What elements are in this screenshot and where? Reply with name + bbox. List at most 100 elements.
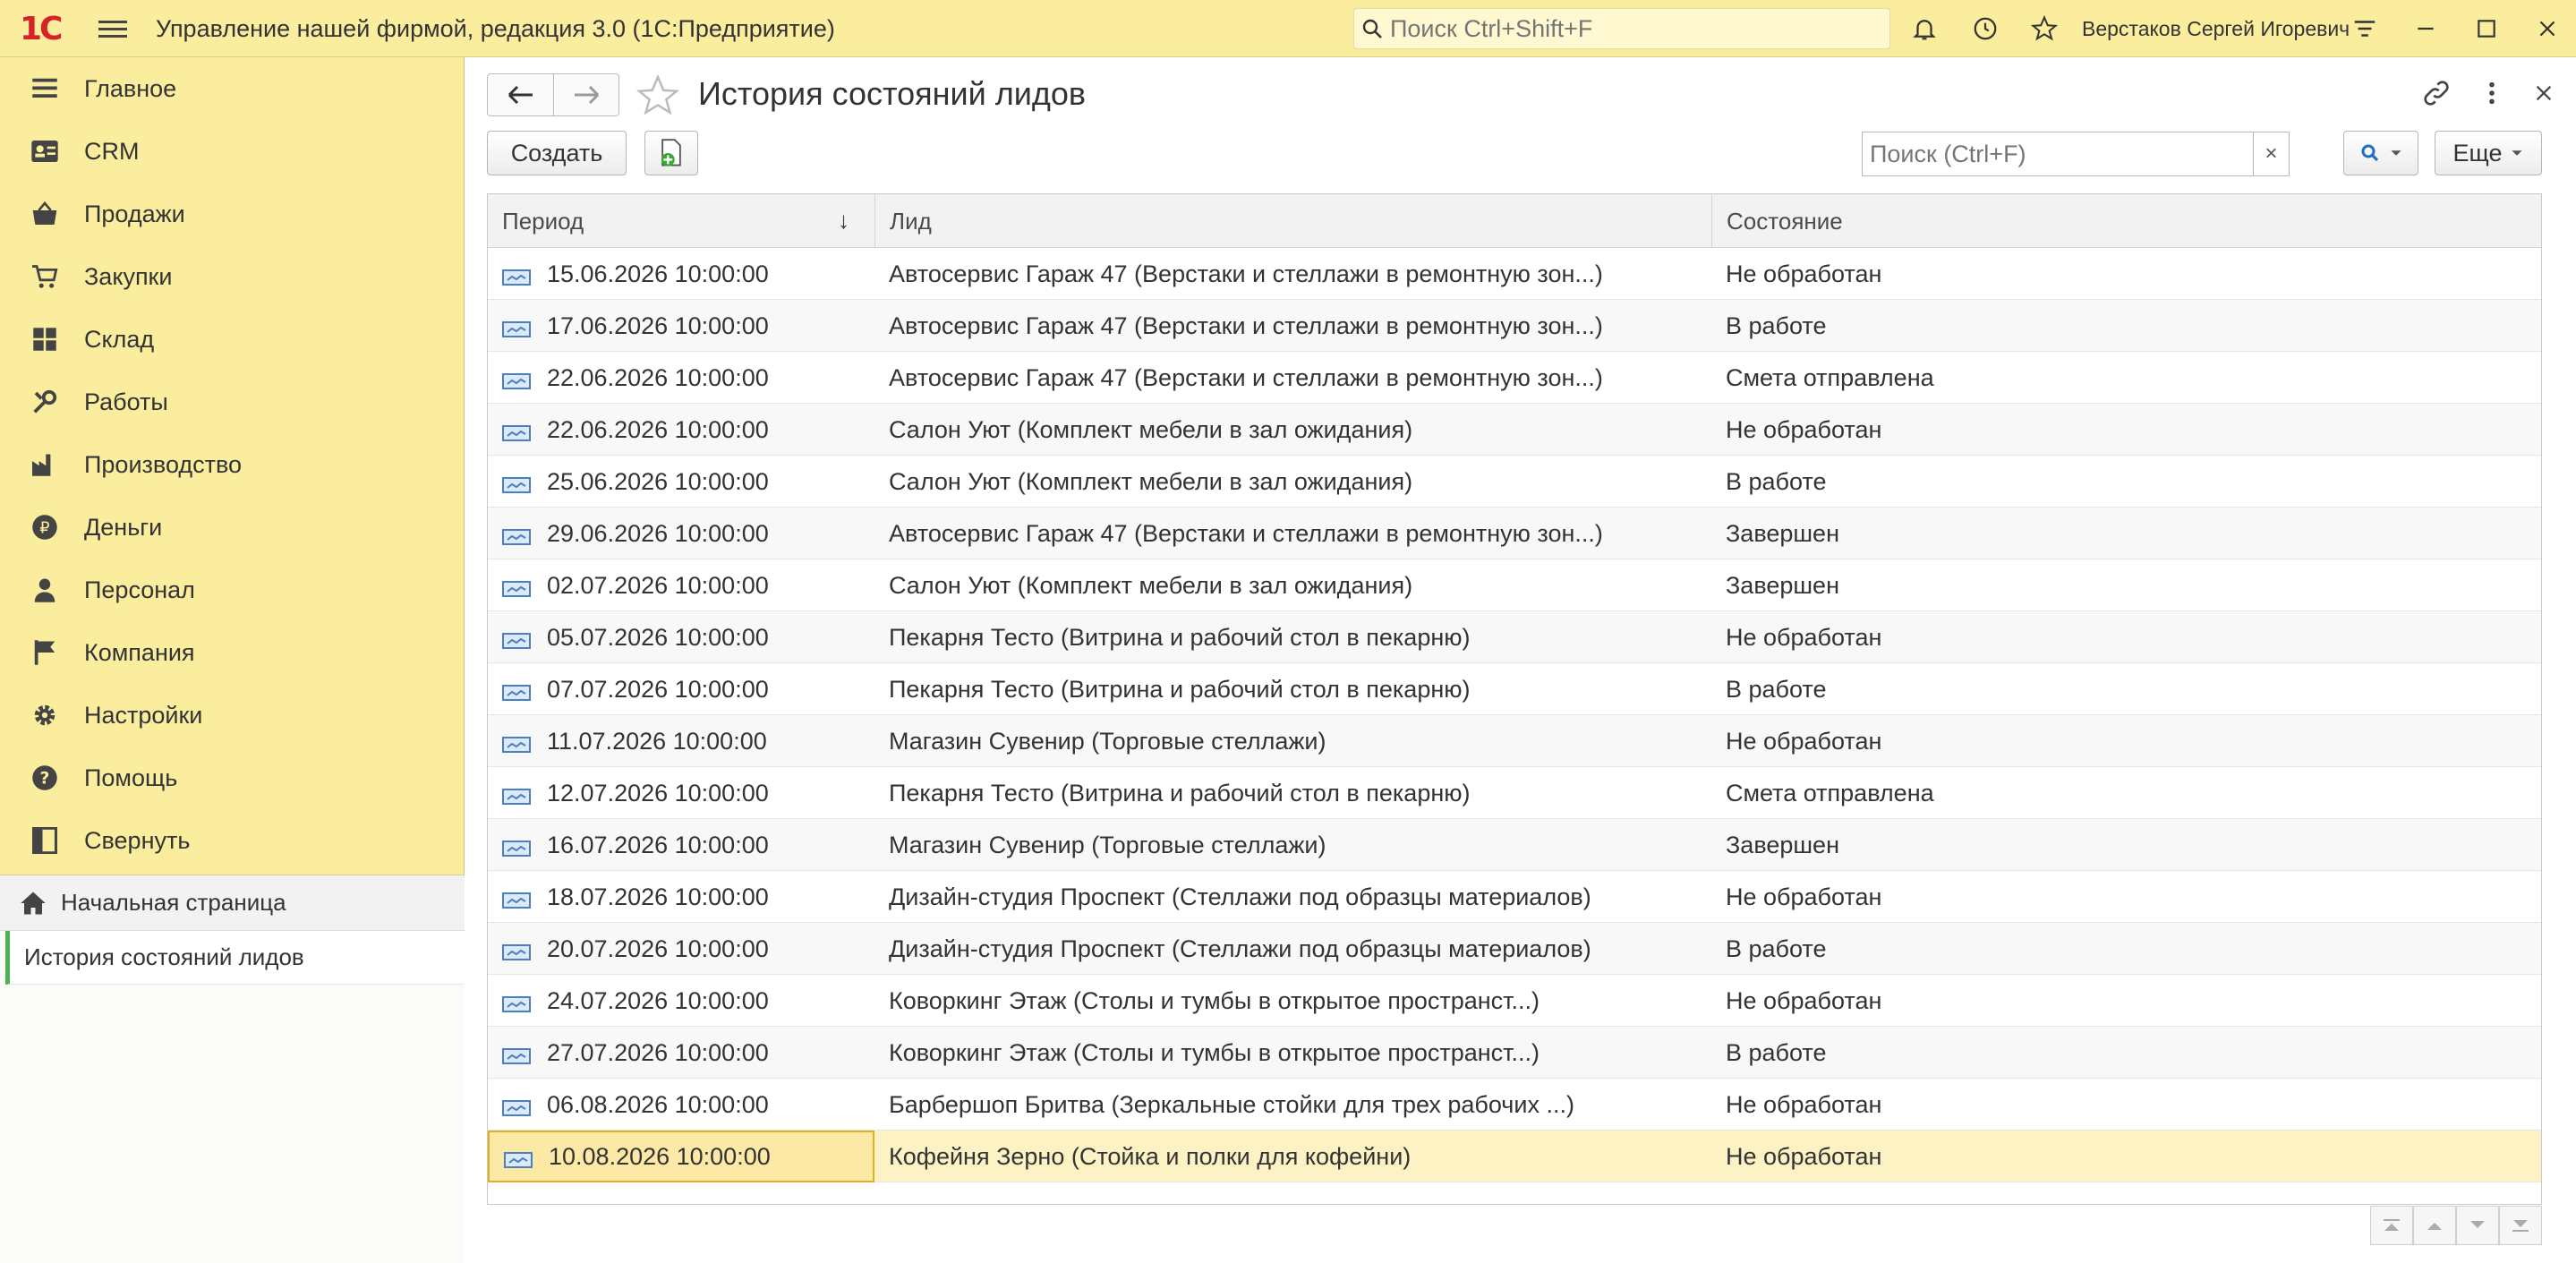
cell-lead[interactable]: Автосервис Гараж 47 (Верстаки и стеллажи… [874, 300, 1711, 352]
cell-state[interactable]: В работе [1711, 663, 2541, 715]
cell-state[interactable]: Не обработан [1711, 715, 2541, 767]
cell-lead[interactable]: Автосервис Гараж 47 (Верстаки и стеллажи… [874, 248, 1711, 300]
cell-lead[interactable]: Магазин Сувенир (Торговые стеллажи) [874, 819, 1711, 871]
sidebar-item-production[interactable]: Производство [0, 433, 465, 496]
table-row[interactable]: 27.07.2026 10:00:00 Коворкинг Этаж (Столы… [488, 1027, 2541, 1079]
open-item-lead-history[interactable]: История состояний лидов [5, 931, 465, 985]
cell-lead[interactable]: Дизайн-студия Проспект (Стеллажи под обр… [874, 871, 1711, 923]
table-row[interactable]: 05.07.2026 10:00:00 Пекарня Тесто (Витрин… [488, 611, 2541, 663]
settings-lines-icon[interactable] [2349, 13, 2381, 45]
cell-lead[interactable]: Автосервис Гараж 47 (Верстаки и стеллажи… [874, 508, 1711, 559]
scroll-down-button[interactable] [2456, 1206, 2499, 1245]
cell-lead[interactable]: Коворкинг Этаж (Столы и тумбы в открытое… [874, 975, 1711, 1027]
table-row[interactable]: 02.07.2026 10:00:00 Салон Уют (Комплект м… [488, 559, 2541, 611]
app-logo[interactable]: 1С [20, 11, 82, 47]
sidebar-item-money[interactable]: ₽ Деньги [0, 496, 465, 559]
cell-period[interactable]: 24.07.2026 10:00:00 [488, 975, 874, 1027]
table-row[interactable]: 06.08.2026 10:00:00 Барбершоп Бритва (Зер… [488, 1079, 2541, 1131]
cell-lead[interactable]: Пекарня Тесто (Витрина и рабочий стол в … [874, 663, 1711, 715]
cell-state[interactable]: Не обработан [1711, 871, 2541, 923]
sidebar-item-help[interactable]: ? Помощь [0, 747, 465, 809]
more-vertical-icon[interactable] [2474, 75, 2510, 111]
table-row[interactable]: 22.06.2026 10:00:00 Автосервис Гараж 47 (… [488, 352, 2541, 404]
sidebar-item-collapse[interactable]: Свернуть [0, 809, 465, 872]
global-search[interactable] [1353, 8, 1890, 49]
cell-period[interactable]: 22.06.2026 10:00:00 [488, 404, 874, 456]
cell-period[interactable]: 22.06.2026 10:00:00 [488, 352, 874, 404]
close-window-icon[interactable] [2531, 13, 2563, 45]
home-page-item[interactable]: Начальная страница [0, 875, 465, 931]
cell-period[interactable]: 17.06.2026 10:00:00 [488, 300, 874, 352]
cell-period[interactable]: 25.06.2026 10:00:00 [488, 456, 874, 508]
cell-period[interactable]: 18.07.2026 10:00:00 [488, 871, 874, 923]
cell-period[interactable]: 06.08.2026 10:00:00 [488, 1079, 874, 1131]
cell-period[interactable]: 11.07.2026 10:00:00 [488, 715, 874, 767]
user-name[interactable]: Верстаков Сергей Игоревич [2082, 17, 2350, 41]
cell-period[interactable]: 27.07.2026 10:00:00 [488, 1027, 874, 1079]
forward-button[interactable] [553, 74, 618, 115]
global-search-input[interactable] [1390, 14, 1873, 43]
cell-lead[interactable]: Пекарня Тесто (Витрина и рабочий стол в … [874, 611, 1711, 663]
scroll-to-bottom-button[interactable] [2499, 1206, 2542, 1245]
clear-search-button[interactable]: × [2253, 132, 2289, 175]
sidebar-item-sales[interactable]: Продажи [0, 183, 465, 245]
cell-period[interactable]: 12.07.2026 10:00:00 [488, 767, 874, 819]
cell-period[interactable]: 02.07.2026 10:00:00 [488, 559, 874, 611]
cell-state[interactable]: Не обработан [1711, 404, 2541, 456]
sidebar-item-works[interactable]: Работы [0, 371, 465, 433]
cell-period[interactable]: 10.08.2026 10:00:00 [488, 1131, 874, 1182]
sidebar-item-purchases[interactable]: Закупки [0, 245, 465, 308]
history-icon[interactable] [1969, 13, 2001, 45]
cell-lead[interactable]: Барбершоп Бритва (Зеркальные стойки для … [874, 1079, 1711, 1131]
cell-state[interactable]: В работе [1711, 300, 2541, 352]
more-button[interactable]: Еще [2435, 131, 2542, 175]
cell-state[interactable]: В работе [1711, 1027, 2541, 1079]
add-to-favorites-star-icon[interactable] [635, 73, 680, 118]
cell-state[interactable]: Завершен [1711, 819, 2541, 871]
cell-lead[interactable]: Салон Уют (Комплект мебели в зал ожидани… [874, 404, 1711, 456]
cell-state[interactable]: Не обработан [1711, 975, 2541, 1027]
table-row[interactable]: 25.06.2026 10:00:00 Салон Уют (Комплект м… [488, 456, 2541, 508]
cell-lead[interactable]: Магазин Сувенир (Торговые стеллажи) [874, 715, 1711, 767]
table-row[interactable]: 10.08.2026 10:00:00 Кофейня Зерно (Стойка… [488, 1131, 2541, 1182]
scroll-up-button[interactable] [2413, 1206, 2456, 1245]
list-search[interactable]: × [1862, 132, 2290, 176]
copy-add-button[interactable] [644, 131, 698, 175]
maximize-icon[interactable] [2470, 13, 2503, 45]
create-button[interactable]: Создать [487, 131, 627, 175]
sidebar-item-warehouse[interactable]: Склад [0, 308, 465, 371]
sidebar-item-personnel[interactable]: Персонал [0, 559, 465, 621]
cell-state[interactable]: Не обработан [1711, 611, 2541, 663]
table-row[interactable]: 17.06.2026 10:00:00 Автосервис Гараж 47 (… [488, 300, 2541, 352]
cell-state[interactable]: Завершен [1711, 559, 2541, 611]
table-row[interactable]: 12.07.2026 10:00:00 Пекарня Тесто (Витрин… [488, 767, 2541, 819]
cell-lead[interactable]: Автосервис Гараж 47 (Верстаки и стеллажи… [874, 352, 1711, 404]
table-row[interactable]: 22.06.2026 10:00:00 Салон Уют (Комплект м… [488, 404, 2541, 456]
sidebar-item-settings[interactable]: Настройки [0, 684, 465, 747]
table-row[interactable]: 24.07.2026 10:00:00 Коворкинг Этаж (Столы… [488, 975, 2541, 1027]
table-row[interactable]: 11.07.2026 10:00:00 Магазин Сувенир (Торг… [488, 715, 2541, 767]
back-button[interactable] [488, 74, 553, 115]
cell-state[interactable]: В работе [1711, 923, 2541, 975]
column-header-state[interactable]: Состояние [1711, 194, 2541, 248]
column-header-lead[interactable]: Лид [874, 194, 1711, 248]
sidebar-item-main[interactable]: Главное [0, 57, 465, 120]
cell-state[interactable]: Не обработан [1711, 1131, 2541, 1182]
cell-period[interactable]: 20.07.2026 10:00:00 [488, 923, 874, 975]
cell-period[interactable]: 15.06.2026 10:00:00 [488, 248, 874, 300]
link-icon[interactable] [2418, 75, 2454, 111]
table-row[interactable]: 18.07.2026 10:00:00 Дизайн-студия Проспек… [488, 871, 2541, 923]
cell-period[interactable]: 05.07.2026 10:00:00 [488, 611, 874, 663]
cell-period[interactable]: 16.07.2026 10:00:00 [488, 819, 874, 871]
cell-period[interactable]: 29.06.2026 10:00:00 [488, 508, 874, 559]
lead-history-table[interactable]: Период ↓ Лид Состояние 15.06.2026 10:00:… [487, 193, 2542, 1205]
minimize-icon[interactable] [2410, 13, 2442, 45]
cell-lead[interactable]: Кофейня Зерно (Стойка и полки для кофейн… [874, 1131, 1711, 1182]
cell-state[interactable]: Смета отправлена [1711, 767, 2541, 819]
cell-lead[interactable]: Пекарня Тесто (Витрина и рабочий стол в … [874, 767, 1711, 819]
search-options-button[interactable] [2343, 131, 2418, 175]
cell-lead[interactable]: Коворкинг Этаж (Столы и тумбы в открытое… [874, 1027, 1711, 1079]
favorites-star-icon[interactable] [2028, 13, 2060, 45]
menu-icon[interactable] [98, 16, 127, 41]
bell-icon[interactable] [1908, 13, 1941, 45]
